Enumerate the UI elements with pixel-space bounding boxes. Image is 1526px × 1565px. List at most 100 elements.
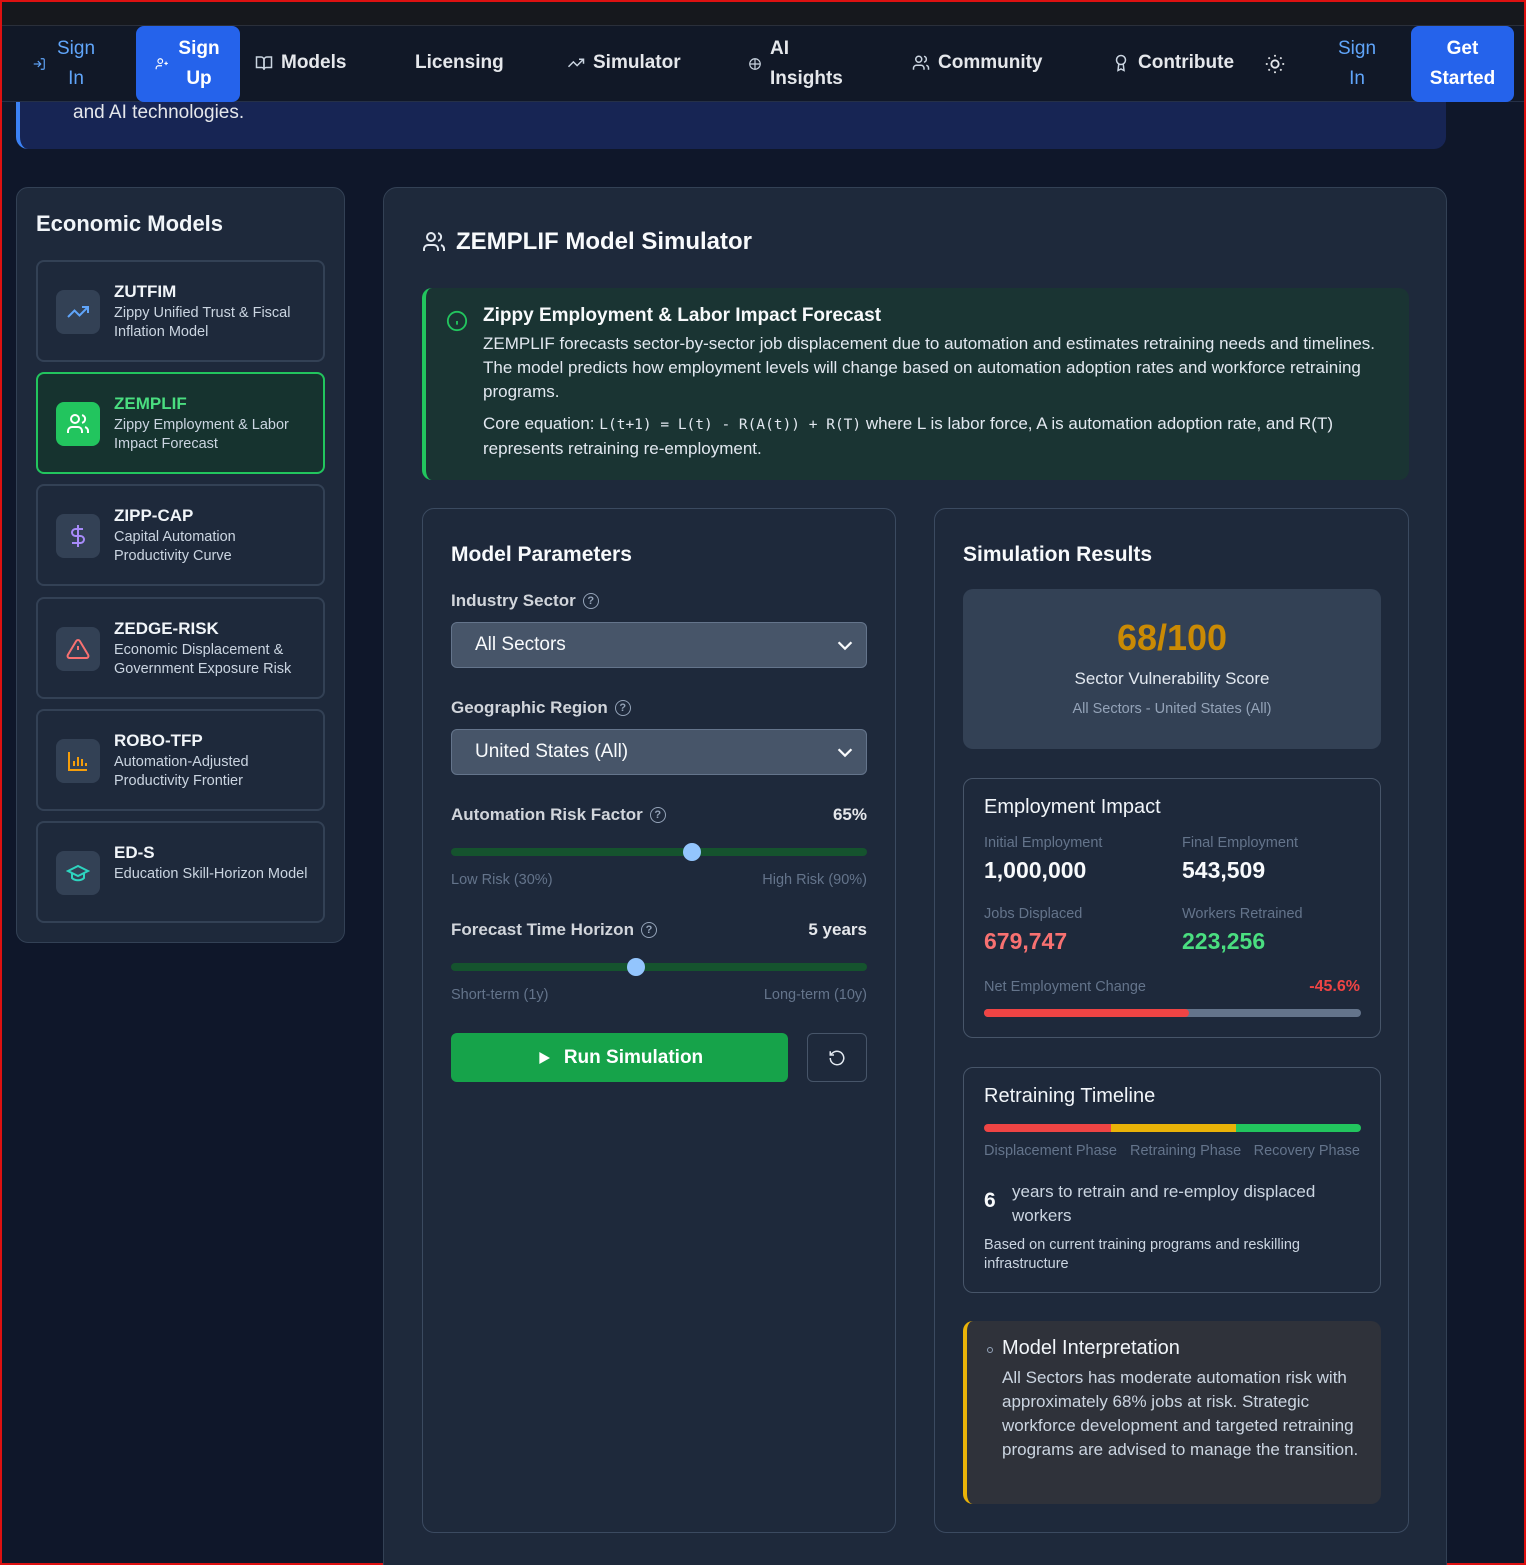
risk-label: Automation Risk Factor ? (451, 805, 666, 825)
dollar-icon (56, 514, 100, 558)
nav-models[interactable]: Models (255, 52, 346, 74)
retrain-years-text: years to retrain and re-employ displaced… (1012, 1182, 1316, 1225)
economic-models-sidebar: Economic Models ZUTFIM Zippy Unified Tru… (16, 187, 345, 943)
model-description: Zippy Unified Trust & Fiscal Inflation M… (114, 305, 291, 340)
theme-toggle[interactable] (1264, 53, 1286, 75)
model-info-box: Zippy Employment & Labor Impact Forecast… (422, 288, 1409, 480)
sun-icon (1264, 53, 1286, 75)
timeline-phase-recovery-bar (1236, 1124, 1361, 1132)
vulnerability-score-box: 68/100 Sector Vulnerability Score All Se… (963, 589, 1381, 749)
info-body: ZEMPLIF forecasts sector-by-sector job d… (483, 334, 1375, 401)
horizon-slider-thumb[interactable] (627, 958, 646, 976)
risk-slider-thumb[interactable] (683, 843, 702, 861)
model-card-ed-s[interactable]: ED-S Education Skill-Horizon Model (36, 821, 325, 923)
run-simulation-label: Run Simulation (563, 1046, 704, 1068)
final-employment-value: 543,509 (1182, 857, 1266, 883)
employment-impact-title: Employment Impact (984, 796, 1161, 818)
phase-displacement-label: Displacement Phase (984, 1143, 1117, 1159)
run-simulation-button[interactable]: Run Simulation (451, 1033, 788, 1082)
model-card-zutfim[interactable]: ZUTFIM Zippy Unified Trust & Fiscal Infl… (36, 260, 325, 362)
employment-impact-card: Employment Impact Initial Employment 1,0… (963, 778, 1381, 1038)
retrain-note: Based on current training programs and r… (984, 1237, 1300, 1272)
net-change-fill (984, 1009, 1190, 1017)
sign-in-link[interactable]: Sign In (32, 34, 98, 94)
vulnerability-score-subtitle: All Sectors - United States (All) (1072, 701, 1272, 717)
model-card-robo-tfp[interactable]: ROBO-TFP Automation-Adjusted Productivit… (36, 709, 325, 811)
final-employment-label: Final Employment (1182, 835, 1299, 851)
sidebar-title: Economic Models (36, 211, 224, 236)
workers-retrained-label: Workers Retrained (1182, 906, 1303, 922)
trending-up-icon (567, 54, 585, 72)
net-change-track (984, 1009, 1361, 1017)
industry-label-text: Industry Sector (451, 591, 576, 610)
vulnerability-score-label: Sector Vulnerability Score (1074, 669, 1270, 688)
nav-ai-insights[interactable]: AI Insights (748, 34, 850, 94)
equation-code: L(t+1) = L(t) - R(A(t)) + R(T) (599, 417, 862, 433)
get-started-button[interactable]: Get Started (1411, 26, 1514, 102)
reset-button[interactable] (807, 1033, 867, 1082)
model-code: ZUTFIM (114, 282, 177, 301)
horizon-label: Forecast Time Horizon ? (451, 920, 657, 940)
help-icon[interactable]: ? (614, 700, 631, 716)
simulator-title-text: ZEMPLIF Model Simulator (456, 228, 753, 255)
top-navbar: Sign In Sign Up Models Licensing Simulat… (2, 26, 1524, 102)
nav-community[interactable]: Community (912, 52, 1043, 74)
users-icon (422, 230, 446, 254)
help-icon[interactable]: ? (582, 593, 599, 609)
model-card-zipp-cap[interactable]: ZIPP-CAP Capital Automation Productivity… (36, 484, 325, 586)
model-description: Automation-Adjusted Productivity Frontie… (114, 754, 249, 789)
sign-up-button[interactable]: Sign Up (136, 26, 240, 102)
user-plus-icon (155, 57, 169, 71)
model-code: ZEMPLIF (114, 394, 187, 413)
model-code: ZEDGE-RISK (114, 619, 219, 638)
model-card-zemplif[interactable]: ZEMPLIF Zippy Employment & Labor Impact … (36, 372, 325, 474)
login-icon (32, 57, 46, 71)
sign-in-right-link[interactable]: Sign In (1335, 34, 1379, 94)
workers-retrained-value: 223,256 (1182, 928, 1266, 954)
info-heading: Zippy Employment & Labor Impact Forecast (483, 305, 882, 326)
rotate-ccw-icon (828, 1049, 846, 1067)
simulator-panel: ZEMPLIF Model Simulator Zippy Employment… (383, 187, 1447, 1565)
model-interpretation-box: Model Interpretation All Sectors has mod… (963, 1321, 1381, 1504)
jobs-displaced-label: Jobs Displaced (984, 906, 1083, 922)
help-icon[interactable]: ? (649, 807, 666, 823)
risk-slider[interactable] (451, 843, 867, 861)
trending-up-icon (56, 290, 100, 334)
horizon-label-text: Forecast Time Horizon (451, 920, 634, 939)
alert-triangle-icon (56, 627, 100, 671)
nav-simulator[interactable]: Simulator (567, 52, 681, 74)
sign-up-label: Sign Up (178, 38, 220, 89)
industry-select[interactable]: All Sectors (451, 622, 867, 668)
region-label: Geographic Region ? (451, 698, 631, 718)
region-select-value: United States (All) (475, 741, 629, 762)
award-icon (1112, 54, 1130, 72)
initial-employment-label: Initial Employment (984, 835, 1103, 851)
horizon-slider[interactable] (451, 958, 867, 976)
book-open-icon (255, 54, 273, 72)
browser-top-strip (2, 2, 1524, 26)
get-started-label: Get Started (1429, 38, 1496, 89)
model-code: ROBO-TFP (114, 731, 203, 750)
hero-text: and AI technologies. (73, 102, 245, 123)
risk-low-label: Low Risk (30%) (451, 872, 553, 888)
model-description: Capital Automation Productivity Curve (114, 529, 236, 564)
region-select[interactable]: United States (All) (451, 729, 867, 775)
initial-employment-value: 1,000,000 (984, 857, 1087, 883)
model-card-zedge-risk[interactable]: ZEDGE-RISK Economic Displacement & Gover… (36, 597, 325, 699)
nav-licensing[interactable]: Licensing (415, 52, 504, 74)
hero-banner: and AI technologies. (16, 102, 1446, 149)
play-icon (536, 1050, 552, 1066)
nav-models-label: Models (281, 52, 347, 73)
jobs-displaced-value: 679,747 (984, 928, 1068, 954)
users-icon (56, 402, 100, 446)
nav-ai-insights-label: AI Insights (770, 38, 843, 89)
nav-contribute[interactable]: Contribute (1112, 52, 1234, 74)
model-parameters-card: Model Parameters Industry Sector ? All S… (422, 508, 896, 1533)
phase-recovery-label: Recovery Phase (1253, 1143, 1360, 1159)
bar-chart-icon (56, 739, 100, 783)
help-icon[interactable]: ? (640, 922, 657, 938)
horizon-low-label: Short-term (1y) (451, 987, 549, 1003)
vulnerability-score: 68/100 (1116, 617, 1228, 658)
net-change-value: -45.6% (1309, 978, 1360, 995)
nav-contribute-label: Contribute (1138, 52, 1235, 73)
